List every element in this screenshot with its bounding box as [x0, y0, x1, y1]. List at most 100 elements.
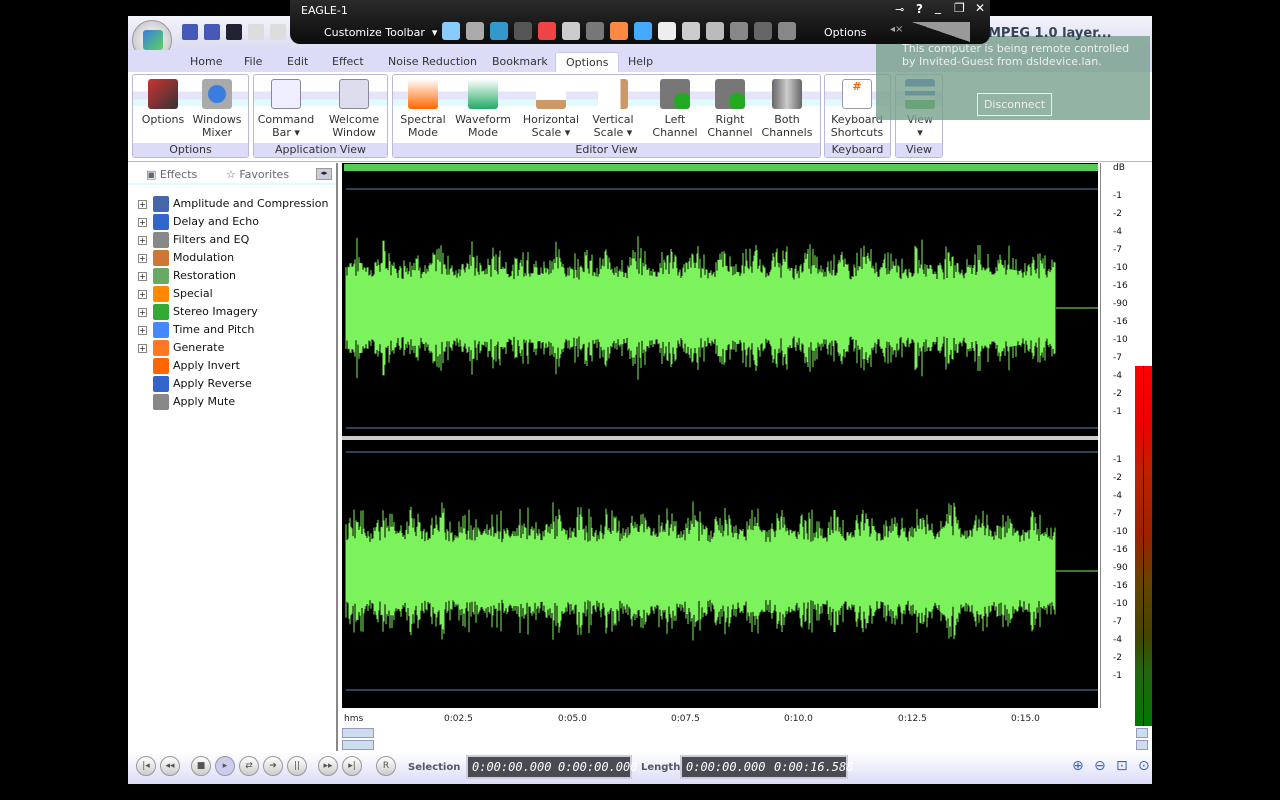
remote-tool-icon[interactable]: [658, 22, 676, 40]
both-channels-button[interactable]: Both Channels: [757, 79, 817, 139]
remote-tool-icon[interactable]: [586, 22, 604, 40]
zoom-in-icon[interactable]: ⊕: [1072, 758, 1084, 774]
db-tick-label: -7: [1113, 353, 1122, 363]
tab-help[interactable]: Help: [618, 52, 663, 72]
scroll-right-button[interactable]: [1136, 740, 1148, 750]
tab-effect[interactable]: Effect: [322, 52, 374, 72]
tab-file[interactable]: File: [234, 52, 272, 72]
close-icon[interactable]: ✕: [975, 1, 985, 15]
effect-item[interactable]: + Amplitude and Compression: [138, 195, 328, 213]
go-to-end-button[interactable]: ▸|: [342, 756, 362, 776]
remote-tool-icon[interactable]: [466, 22, 484, 40]
expand-icon[interactable]: +: [138, 217, 147, 227]
help-icon[interactable]: ?: [916, 2, 923, 16]
effect-item[interactable]: Apply Mute: [138, 393, 235, 411]
redo-icon[interactable]: [270, 24, 286, 40]
time-ruler[interactable]: hms 0:02.5 0:05.0 0:07.5 0:10.0 0:12.5 0…: [342, 708, 1098, 728]
tab-favorites[interactable]: ☆ Favorites: [226, 168, 289, 181]
open-icon[interactable]: [204, 24, 220, 40]
remote-tool-icon[interactable]: [730, 22, 748, 40]
remote-tool-icon[interactable]: [634, 22, 652, 40]
tab-options[interactable]: Options: [555, 52, 620, 72]
new-icon[interactable]: [182, 24, 198, 40]
scroll-right-button[interactable]: [1136, 728, 1148, 738]
expand-icon[interactable]: +: [138, 325, 147, 335]
effect-item[interactable]: Apply Reverse: [138, 375, 252, 393]
horizontal-scrollbar-thumb[interactable]: [342, 728, 374, 738]
panel-scroll-arrows[interactable]: ◂▸: [316, 168, 332, 180]
volume-slider[interactable]: [912, 22, 970, 42]
zoom-full-icon[interactable]: ⊙: [1138, 758, 1150, 774]
tools-icon: [148, 79, 178, 109]
pin-icon[interactable]: ⊸: [895, 3, 904, 16]
record-button[interactable]: R: [376, 756, 396, 776]
effect-item[interactable]: + Generate: [138, 339, 224, 357]
left-channel-button[interactable]: Left Channel: [645, 79, 705, 139]
undo-icon[interactable]: [248, 24, 264, 40]
length-display[interactable]: 0:00:00.000 0:00:16.588: [680, 755, 853, 779]
zoom-scrollbar-thumb[interactable]: [342, 740, 374, 750]
remote-tool-icon[interactable]: [490, 22, 508, 40]
remote-tool-icon[interactable]: [514, 22, 532, 40]
disconnect-button[interactable]: Disconnect: [977, 93, 1052, 116]
mute-icon[interactable]: ◂×: [890, 24, 903, 35]
tab-edit[interactable]: Edit: [277, 52, 318, 72]
tab-effects[interactable]: ▣ Effects: [146, 168, 197, 181]
go-to-start-button[interactable]: |◂: [136, 756, 156, 776]
waveform-editor[interactable]: [342, 163, 1098, 708]
welcome-window-button[interactable]: Welcome Window: [324, 79, 384, 139]
effect-item[interactable]: + Filters and EQ: [138, 231, 249, 249]
selection-display[interactable]: 0:00:00.000 0:00:00.000: [466, 755, 637, 779]
expand-icon[interactable]: +: [138, 271, 147, 281]
remote-tool-icon[interactable]: [538, 22, 556, 40]
right-channel-button[interactable]: Right Channel: [700, 79, 760, 139]
expand-icon[interactable]: +: [138, 289, 147, 299]
expand-icon[interactable]: +: [138, 199, 147, 209]
waveform-mode-button[interactable]: Waveform Mode: [453, 79, 513, 139]
expand-icon[interactable]: +: [138, 253, 147, 263]
options-menu[interactable]: Options: [824, 26, 866, 39]
notification-message: This computer is being remote controlled…: [902, 42, 1130, 68]
stop-button[interactable]: ■: [191, 756, 211, 776]
pause-button[interactable]: ||: [287, 756, 307, 776]
remote-tool-icon[interactable]: [610, 22, 628, 40]
command-bar-button[interactable]: Command Bar ▾: [256, 79, 316, 139]
horizontal-scale-button[interactable]: Horizontal Scale ▾: [521, 79, 581, 139]
effect-item[interactable]: Apply Invert: [138, 357, 240, 375]
tab-home[interactable]: Home: [180, 52, 232, 72]
minimize-icon[interactable]: _: [935, 0, 941, 14]
expand-icon[interactable]: +: [138, 235, 147, 245]
options-button[interactable]: Options: [133, 79, 193, 126]
spectral-mode-button[interactable]: Spectral Mode: [393, 79, 453, 139]
zoom-selection-icon[interactable]: ⊡: [1116, 758, 1128, 774]
windows-mixer-button[interactable]: Windows Mixer: [187, 79, 247, 139]
remote-tool-icon[interactable]: [778, 22, 796, 40]
remote-tool-icon[interactable]: [562, 22, 580, 40]
play-button[interactable]: ▸: [215, 756, 235, 776]
tab-bookmark[interactable]: Bookmark: [482, 52, 558, 72]
db-tick-label: -16: [1113, 545, 1128, 555]
tab-noise-reduction[interactable]: Noise Reduction: [378, 52, 487, 72]
remote-tool-icon[interactable]: [706, 22, 724, 40]
effect-item[interactable]: + Special: [138, 285, 213, 303]
zoom-out-icon[interactable]: ⊖: [1094, 758, 1106, 774]
restore-icon[interactable]: ❐: [954, 1, 965, 15]
remote-tool-icon[interactable]: [754, 22, 772, 40]
save-icon[interactable]: [226, 24, 242, 40]
remote-tool-icon[interactable]: [682, 22, 700, 40]
effect-item[interactable]: + Delay and Echo: [138, 213, 259, 231]
loop-button[interactable]: ⇄: [239, 756, 259, 776]
fast-forward-button[interactable]: ▸▸: [318, 756, 338, 776]
channel-divider[interactable]: [342, 436, 1098, 440]
expand-icon[interactable]: +: [138, 307, 147, 317]
effect-item[interactable]: + Restoration: [138, 267, 236, 285]
effect-item[interactable]: + Time and Pitch: [138, 321, 254, 339]
customize-toolbar-dropdown[interactable]: Customize Toolbar ▾: [324, 26, 437, 39]
play-selection-button[interactable]: ➜: [263, 756, 283, 776]
rewind-button[interactable]: ◂◂: [160, 756, 180, 776]
remote-tool-icon[interactable]: [442, 22, 460, 40]
effect-item[interactable]: + Stereo Imagery: [138, 303, 258, 321]
effect-item[interactable]: + Modulation: [138, 249, 234, 267]
vertical-scale-button[interactable]: Vertical Scale ▾: [583, 79, 643, 139]
expand-icon[interactable]: +: [138, 343, 147, 353]
